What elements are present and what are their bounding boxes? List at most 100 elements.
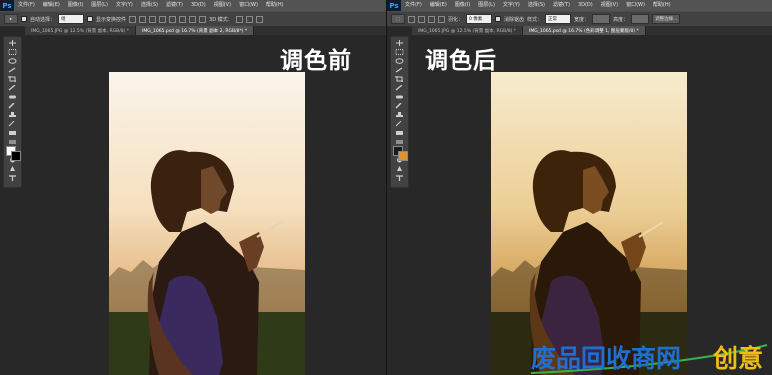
style-label: 样式： xyxy=(527,16,543,23)
brush-icon[interactable] xyxy=(395,103,404,109)
feather-input[interactable]: 0 像素 xyxy=(466,14,493,24)
caption-after: 调色后 xyxy=(425,48,497,74)
transform-controls-checkbox[interactable] xyxy=(87,16,94,22)
crop-icon[interactable] xyxy=(395,76,404,82)
menu-view[interactable]: 视图(V) xyxy=(597,0,622,11)
align-bottom-icon[interactable] xyxy=(149,15,157,23)
menu-edit[interactable]: 编辑(E) xyxy=(39,0,64,11)
brush-icon[interactable] xyxy=(8,103,17,109)
height-input[interactable] xyxy=(631,14,650,24)
menu-file[interactable]: 文件(F) xyxy=(401,0,426,11)
quick-select-icon[interactable] xyxy=(8,67,17,73)
lasso-icon[interactable] xyxy=(395,58,404,64)
menu-file[interactable]: 文件(F) xyxy=(14,0,39,11)
tools-panel xyxy=(390,36,409,188)
type-icon[interactable] xyxy=(395,175,404,181)
menu-filter[interactable]: 滤镜(T) xyxy=(162,0,187,11)
watermark-text: 废品回收商网 xyxy=(531,344,682,373)
pan-3d-icon[interactable] xyxy=(255,15,263,23)
menu-image[interactable]: 图像(I) xyxy=(451,0,474,11)
rotate-3d-icon[interactable] xyxy=(235,15,243,23)
gradient-icon[interactable] xyxy=(8,139,17,145)
history-brush-icon[interactable] xyxy=(395,121,404,127)
lasso-icon[interactable] xyxy=(8,58,17,64)
document-tabs: IMG_1065.JPG @ 12.5% (背景 副本, RGB/8) * IM… xyxy=(25,26,386,35)
style-dropdown[interactable]: 正常 xyxy=(545,14,572,24)
document-tabs: IMG_1065.JPG @ 12.5% (背景 副本, RGB/8) * IM… xyxy=(412,26,772,35)
menu-layer[interactable]: 图层(L) xyxy=(474,0,499,11)
menu-3d[interactable]: 3D(D) xyxy=(187,0,210,11)
auto-select-checkbox[interactable] xyxy=(21,16,27,22)
eyedropper-icon[interactable] xyxy=(8,85,17,91)
eraser-icon[interactable] xyxy=(8,130,17,136)
align-top-icon[interactable] xyxy=(129,15,137,23)
align-middle-icon[interactable] xyxy=(139,15,147,23)
options-bar: ▸ 自动选择： 组 显示变换控件 3D 模式： xyxy=(0,11,386,27)
menu-layer[interactable]: 图层(L) xyxy=(87,0,112,11)
menu-type[interactable]: 文字(Y) xyxy=(499,0,524,11)
menu-3d[interactable]: 3D(D) xyxy=(574,0,597,11)
distribute-icon[interactable] xyxy=(189,15,197,23)
type-icon[interactable] xyxy=(8,175,17,181)
menu-view[interactable]: 视图(V) xyxy=(210,0,235,11)
menu-select[interactable]: 选择(S) xyxy=(137,0,162,11)
transform-controls-label: 显示变换控件 xyxy=(96,16,127,23)
ps-logo: Ps xyxy=(387,0,401,11)
align-left-icon[interactable] xyxy=(159,15,167,23)
watermark: 废品回收商网 创意 xyxy=(527,339,772,375)
menu-select[interactable]: 选择(S) xyxy=(524,0,549,11)
align-right-icon[interactable] xyxy=(179,15,187,23)
clone-stamp-icon[interactable] xyxy=(395,112,404,118)
antialias-checkbox[interactable] xyxy=(495,16,502,22)
eyedropper-icon[interactable] xyxy=(395,85,404,91)
feather-label: 羽化： xyxy=(448,16,464,23)
auto-select-dropdown[interactable]: 组 xyxy=(58,14,85,24)
width-input[interactable] xyxy=(592,14,611,24)
refine-edge-button[interactable]: 调整边缘... xyxy=(652,14,681,24)
healing-brush-icon[interactable] xyxy=(395,94,404,100)
intersect-selection-icon[interactable] xyxy=(438,15,445,23)
healing-brush-icon[interactable] xyxy=(8,94,17,100)
background-color-swatch[interactable] xyxy=(398,151,408,161)
doc-tab-jpg[interactable]: IMG_1065.JPG @ 12.5% (背景 副本, RGB/8) * xyxy=(25,26,137,35)
doc-tab-jpg[interactable]: IMG_1065.JPG @ 12.5% (背景 副本, RGB/8) * xyxy=(412,26,524,35)
crop-icon[interactable] xyxy=(8,76,17,82)
gradient-icon[interactable] xyxy=(395,139,404,145)
photo-before xyxy=(109,72,305,375)
background-color-swatch[interactable] xyxy=(11,151,21,161)
photo-after xyxy=(491,72,687,375)
pen-icon[interactable] xyxy=(8,166,17,172)
auto-select-label: 自动选择： xyxy=(30,16,56,23)
move-icon[interactable] xyxy=(8,40,17,46)
eraser-icon[interactable] xyxy=(395,130,404,136)
new-selection-icon[interactable] xyxy=(408,15,415,23)
doc-tab-psd-active[interactable]: IMG_1065.psd @ 16.7% (色彩调整 1, 图层蒙版/8) * xyxy=(523,26,646,35)
subtract-selection-icon[interactable] xyxy=(428,15,435,23)
marquee-icon[interactable] xyxy=(8,49,17,55)
height-label: 高度： xyxy=(613,16,629,23)
menu-window[interactable]: 窗口(W) xyxy=(235,0,262,11)
menu-help[interactable]: 帮助(H) xyxy=(262,0,288,11)
clone-stamp-icon[interactable] xyxy=(8,112,17,118)
menu-window[interactable]: 窗口(W) xyxy=(622,0,649,11)
add-selection-icon[interactable] xyxy=(418,15,425,23)
move-tool-icon[interactable]: ▸ xyxy=(4,14,18,24)
menu-filter[interactable]: 滤镜(T) xyxy=(549,0,574,11)
history-brush-icon[interactable] xyxy=(8,121,17,127)
distribute-h-icon[interactable] xyxy=(199,15,207,23)
align-center-icon[interactable] xyxy=(169,15,177,23)
marquee-tool-icon[interactable]: ⬚ xyxy=(391,14,405,24)
caption-before: 调色前 xyxy=(280,48,352,74)
menu-image[interactable]: 图像(I) xyxy=(64,0,87,11)
antialias-label: 消除锯齿 xyxy=(504,16,525,23)
menu-help[interactable]: 帮助(H) xyxy=(649,0,675,11)
roll-3d-icon[interactable] xyxy=(245,15,253,23)
move-icon[interactable] xyxy=(395,40,404,46)
menu-edit[interactable]: 编辑(E) xyxy=(426,0,451,11)
tools-panel xyxy=(3,36,22,188)
menu-type[interactable]: 文字(Y) xyxy=(112,0,137,11)
quick-select-icon[interactable] xyxy=(395,67,404,73)
doc-tab-psd-active[interactable]: IMG_1065.psd @ 16.7% (背景 副本 2, RGB/8*) * xyxy=(136,26,255,35)
pen-icon[interactable] xyxy=(395,166,404,172)
marquee-icon[interactable] xyxy=(395,49,404,55)
